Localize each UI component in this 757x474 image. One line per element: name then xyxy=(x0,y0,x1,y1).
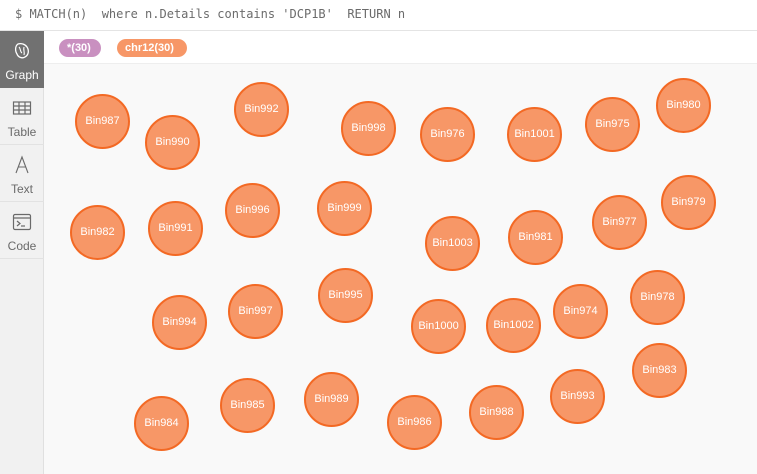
graph-icon xyxy=(14,42,29,59)
graph-node[interactable]: Bin990 xyxy=(145,115,200,170)
graph-node[interactable]: Bin1003 xyxy=(425,216,480,271)
table-icon xyxy=(12,101,32,115)
graph-node[interactable]: Bin976 xyxy=(420,107,475,162)
tab-code-label: Code xyxy=(7,239,37,253)
graph-node[interactable]: Bin978 xyxy=(630,270,685,325)
graph-node[interactable]: Bin991 xyxy=(148,201,203,256)
label-pill-all[interactable]: *(30) xyxy=(59,39,101,57)
graph-node[interactable]: Bin984 xyxy=(134,396,189,451)
view-sidebar: Graph Table Text Code xyxy=(0,31,44,474)
graph-node[interactable]: Bin977 xyxy=(592,195,647,250)
graph-node[interactable]: Bin992 xyxy=(234,82,289,137)
graph-node[interactable]: Bin989 xyxy=(304,372,359,427)
graph-node[interactable]: Bin980 xyxy=(656,78,711,133)
tab-text[interactable]: Text xyxy=(0,145,44,202)
graph-node[interactable]: Bin982 xyxy=(70,205,125,260)
tab-graph-label: Graph xyxy=(5,68,39,82)
graph-node[interactable]: Bin985 xyxy=(220,378,275,433)
graph-node[interactable]: Bin987 xyxy=(75,94,130,149)
result-stats-bar: *(30) chr12(30) xyxy=(44,31,757,64)
graph-node[interactable]: Bin998 xyxy=(341,101,396,156)
graph-node[interactable]: Bin975 xyxy=(585,97,640,152)
label-pill-chr12[interactable]: chr12(30) xyxy=(117,39,187,57)
tab-text-label: Text xyxy=(10,182,33,196)
query-text[interactable]: $ MATCH(n) where n.Details contains 'DCP… xyxy=(15,7,405,21)
tab-table[interactable]: Table xyxy=(0,88,44,145)
graph-node[interactable]: Bin997 xyxy=(228,284,283,339)
graph-node[interactable]: Bin996 xyxy=(225,183,280,238)
code-icon xyxy=(12,213,32,231)
tab-graph[interactable]: Graph xyxy=(0,31,44,88)
tab-code[interactable]: Code xyxy=(0,202,44,259)
graph-node[interactable]: Bin986 xyxy=(387,395,442,450)
text-icon xyxy=(15,155,29,174)
graph-node[interactable]: Bin1001 xyxy=(507,107,562,162)
tab-table-label: Table xyxy=(7,125,37,139)
graph-node[interactable]: Bin995 xyxy=(318,268,373,323)
graph-node[interactable]: Bin988 xyxy=(469,385,524,440)
graph-node[interactable]: Bin983 xyxy=(632,343,687,398)
graph-node[interactable]: Bin1002 xyxy=(486,298,541,353)
graph-node[interactable]: Bin979 xyxy=(661,175,716,230)
graph-node[interactable]: Bin994 xyxy=(152,295,207,350)
graph-node[interactable]: Bin993 xyxy=(550,369,605,424)
graph-node[interactable]: Bin999 xyxy=(317,181,372,236)
graph-node[interactable]: Bin974 xyxy=(553,284,608,339)
query-bar[interactable]: $ MATCH(n) where n.Details contains 'DCP… xyxy=(0,0,757,31)
graph-node[interactable]: Bin1000 xyxy=(411,299,466,354)
graph-node[interactable]: Bin981 xyxy=(508,210,563,265)
graph-canvas[interactable]: Bin987 Bin990 Bin992 Bin998 Bin976 Bin10… xyxy=(44,64,757,474)
